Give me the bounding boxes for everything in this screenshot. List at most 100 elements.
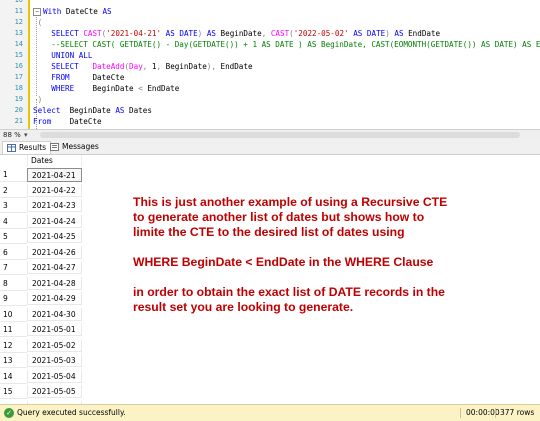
row-number[interactable]: 5 bbox=[0, 230, 27, 244]
zoom-dropdown-icon[interactable]: ▾ bbox=[24, 130, 28, 140]
row-number[interactable]: 9 bbox=[0, 292, 27, 306]
code-line[interactable]: 19 ) bbox=[0, 94, 540, 105]
row-number[interactable]: 2 bbox=[0, 183, 27, 198]
code-token: With bbox=[43, 7, 62, 16]
date-cell[interactable]: 2021-04-30 bbox=[27, 307, 82, 321]
table-row[interactable]: 12 2021-05-02 bbox=[0, 338, 82, 353]
code-token: --SELECT CAST( GETDATE() - Day(GETDATE()… bbox=[33, 40, 540, 49]
code-token: SELECT bbox=[51, 29, 79, 38]
tab-messages-label: Messages bbox=[62, 142, 99, 151]
column-header-dates[interactable]: Dates bbox=[27, 155, 82, 167]
line-number: 13 bbox=[14, 29, 23, 37]
date-cell[interactable]: 2021-04-24 bbox=[27, 214, 82, 228]
row-number[interactable]: 12 bbox=[0, 338, 27, 353]
date-cell[interactable]: 2021-04-28 bbox=[27, 276, 82, 290]
table-row[interactable]: 3 2021-04-23 bbox=[0, 199, 82, 213]
code-token: ) bbox=[33, 95, 43, 104]
table-row[interactable]: 11 2021-05-01 bbox=[0, 323, 82, 337]
code-line[interactable]: 21 From DateCte bbox=[0, 116, 540, 127]
status-divider bbox=[460, 408, 461, 418]
annotation-line: in order to obtain the exact list of DAT… bbox=[133, 285, 445, 299]
code-line[interactable]: 20 Select BeginDate AS Dates bbox=[0, 105, 540, 116]
code-token: AS bbox=[102, 7, 112, 16]
code-token: Select bbox=[33, 106, 61, 115]
code-token: DateCte bbox=[51, 117, 102, 126]
date-cell[interactable]: 2021-04-27 bbox=[27, 261, 82, 274]
line-number: 12 bbox=[14, 18, 23, 26]
row-number[interactable]: 14 bbox=[0, 369, 27, 384]
code-token: CAST bbox=[83, 29, 102, 38]
code-token: DATE bbox=[179, 29, 198, 38]
code-token: SELECT bbox=[51, 62, 79, 71]
row-number[interactable]: 3 bbox=[0, 199, 27, 213]
table-row[interactable]: 4 2021-04-24 bbox=[0, 214, 82, 229]
table-row[interactable]: 2 2021-04-22 bbox=[0, 183, 82, 198]
date-cell[interactable]: 2021-04-21 bbox=[27, 168, 82, 182]
annotation-line: result set you are looking to generate. bbox=[133, 300, 354, 314]
code-token: AS bbox=[353, 29, 363, 38]
code-line[interactable]: 15 UNION ALL bbox=[0, 50, 540, 61]
code-token: AS bbox=[394, 29, 404, 38]
date-cell[interactable]: 2021-04-22 bbox=[27, 183, 82, 197]
status-message: Query executed successfully. bbox=[17, 408, 126, 417]
row-number[interactable]: 13 bbox=[0, 354, 27, 368]
table-row[interactable]: 13 2021-05-03 bbox=[0, 354, 82, 368]
row-number[interactable]: 10 bbox=[0, 307, 27, 322]
date-cell[interactable]: 2021-04-25 bbox=[27, 230, 82, 243]
table-row[interactable]: 5 2021-04-25 bbox=[0, 230, 82, 244]
table-row[interactable]: 1 2021-04-21 bbox=[0, 168, 82, 182]
line-number: 16 bbox=[14, 62, 23, 70]
annotation-line: limite the CTE to the desired list of da… bbox=[133, 225, 405, 239]
code-token: '2022-05-02' bbox=[293, 29, 349, 38]
tab-results[interactable]: Results bbox=[2, 141, 52, 154]
annotation-line: to generate another list of dates but sh… bbox=[133, 210, 425, 224]
date-cell[interactable]: 2021-05-03 bbox=[27, 354, 82, 367]
code-text: WHERE BeginDate < EndDate bbox=[33, 83, 179, 94]
result-tabs: Results Messages bbox=[0, 140, 540, 155]
grid-corner[interactable] bbox=[0, 155, 26, 167]
row-number[interactable]: 1 bbox=[0, 168, 27, 182]
line-number: 20 bbox=[14, 106, 23, 114]
code-token: BeginDate bbox=[215, 29, 262, 38]
code-token: From bbox=[33, 117, 52, 126]
sql-editor[interactable]: 10 11− With DateCte AS 12 (13 SELECT CAST('… bbox=[0, 0, 540, 129]
row-number[interactable]: 8 bbox=[0, 276, 27, 291]
table-row[interactable]: 9 2021-04-29 bbox=[0, 292, 82, 306]
date-cell[interactable]: 2021-04-26 bbox=[27, 245, 82, 259]
row-number[interactable]: 7 bbox=[0, 261, 27, 275]
code-line[interactable]: 12 ( bbox=[0, 17, 540, 28]
table-row[interactable]: 10 2021-04-30 bbox=[0, 307, 82, 322]
code-line[interactable]: 13 SELECT CAST('2021-04-21' AS DATE) AS … bbox=[0, 28, 540, 39]
row-number[interactable]: 11 bbox=[0, 323, 27, 337]
date-cell[interactable]: 2021-05-01 bbox=[27, 323, 82, 336]
code-line[interactable]: 11 − With DateCte AS bbox=[0, 6, 540, 17]
code-line[interactable]: 18 WHERE BeginDate < EndDate bbox=[0, 83, 540, 94]
table-row[interactable]: 15 2021-05-05 bbox=[0, 385, 82, 399]
horizontal-scrollbar[interactable] bbox=[40, 132, 520, 138]
code-token: CAST bbox=[270, 29, 290, 38]
code-line[interactable]: 17 FROM DateCte bbox=[0, 72, 540, 83]
annotation-text: This is just another example of using a … bbox=[133, 195, 533, 315]
table-row[interactable]: 14 2021-05-04 bbox=[0, 369, 82, 384]
code-line[interactable]: 14 --SELECT CAST( GETDATE() - Day(GETDAT… bbox=[0, 39, 540, 50]
table-row[interactable]: 8 2021-04-28 bbox=[0, 276, 82, 291]
collapse-icon[interactable]: − bbox=[33, 8, 41, 16]
code-line[interactable]: 16 SELECT DateAdd(Day, 1, BeginDate), En… bbox=[0, 61, 540, 72]
code-token: DateAdd bbox=[92, 62, 125, 71]
date-cell[interactable]: 2021-04-29 bbox=[27, 292, 82, 305]
row-number[interactable]: 4 bbox=[0, 214, 27, 229]
zoom-level[interactable]: 88 % bbox=[3, 130, 21, 140]
table-row[interactable]: 6 2021-04-26 bbox=[0, 245, 82, 260]
code-text: ) bbox=[33, 94, 43, 105]
row-number[interactable]: 6 bbox=[0, 245, 27, 260]
grid-icon bbox=[7, 144, 16, 152]
date-cell[interactable]: 2021-05-04 bbox=[27, 369, 82, 383]
table-row[interactable]: 7 2021-04-27 bbox=[0, 261, 82, 275]
line-number: 21 bbox=[14, 117, 23, 125]
date-cell[interactable]: 2021-05-02 bbox=[27, 338, 82, 352]
date-cell[interactable]: 2021-05-05 bbox=[27, 385, 82, 398]
tab-messages[interactable]: Messages bbox=[46, 141, 103, 153]
row-number[interactable]: 15 bbox=[0, 385, 27, 399]
date-cell[interactable]: 2021-04-23 bbox=[27, 199, 82, 212]
